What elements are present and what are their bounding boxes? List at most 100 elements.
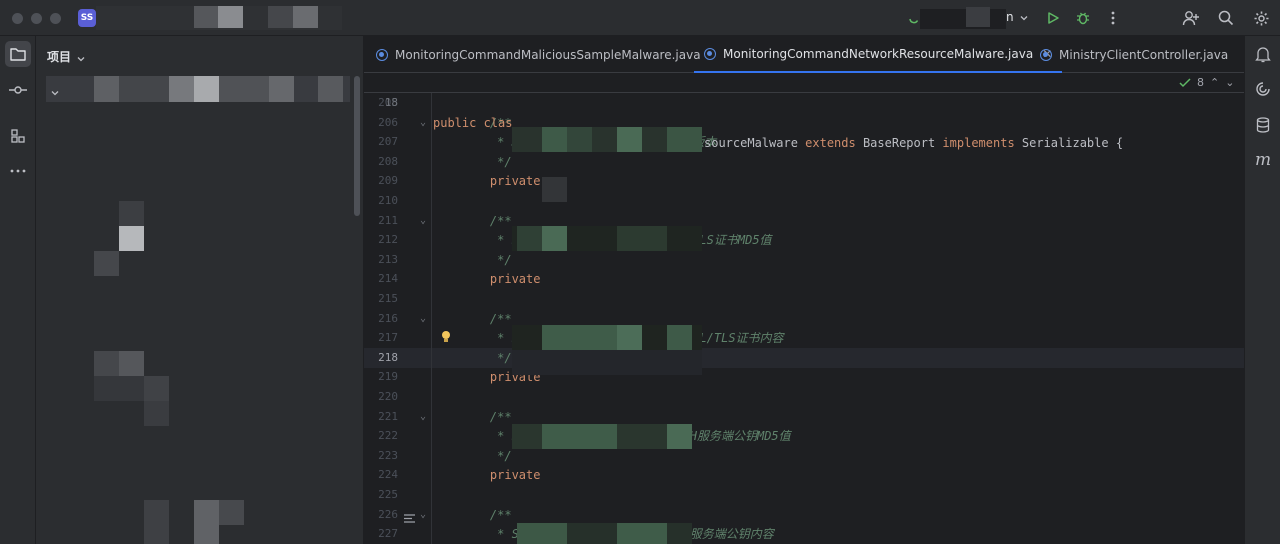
line-number: 215 xyxy=(378,292,398,305)
code-line[interactable]: 205 xyxy=(364,93,1244,113)
code-line[interactable]: 208 */ xyxy=(364,152,1244,172)
structure-icon[interactable] xyxy=(5,123,31,149)
redacted-block xyxy=(218,6,243,28)
code-text: */ xyxy=(461,154,512,169)
panel-scrollbar[interactable] xyxy=(354,76,360,216)
redacted-block xyxy=(268,6,293,28)
project-badge[interactable]: SS xyxy=(78,9,96,27)
redacted-block xyxy=(667,127,702,152)
code-line[interactable]: 219 private xyxy=(364,367,1244,387)
line-number: 219 xyxy=(378,370,398,384)
left-tool-strip xyxy=(0,36,36,544)
code-text: /** xyxy=(461,507,512,522)
line-number: 226 xyxy=(378,507,398,521)
fold-icon[interactable]: ⌄ xyxy=(420,211,426,231)
code-line[interactable]: 225 xyxy=(364,485,1244,505)
class-name: sourceMalware xyxy=(704,136,798,150)
tab-label: MinistryClientController.java xyxy=(1059,47,1229,62)
tab-label: MonitoringCommandMaliciousSampleMalware.… xyxy=(395,47,701,62)
code-line[interactable]: 217 * SSL/ L/TLS证书内容 xyxy=(364,328,1244,348)
redacted-block xyxy=(94,76,119,102)
code-line[interactable]: 221 ⌄ /** xyxy=(364,407,1244,427)
code-line[interactable]: 212 * SSL/ /TLS证书MD5值 xyxy=(364,230,1244,250)
code-line[interactable]: 215 xyxy=(364,289,1244,309)
redacted-block xyxy=(318,76,343,102)
search-icon[interactable] xyxy=(1216,8,1236,28)
indent-guide xyxy=(431,93,432,544)
redacted-block xyxy=(119,351,144,376)
chevron-up-icon[interactable]: ⌃ xyxy=(1210,73,1219,93)
chevron-down-icon[interactable] xyxy=(76,49,86,68)
line-number: 227 xyxy=(378,527,398,541)
code-line[interactable]: 227 * SSH服 服务端公钥内容 xyxy=(364,524,1244,544)
redacted-block xyxy=(617,127,642,152)
line-number: 213 xyxy=(378,252,398,266)
chevron-down-icon[interactable] xyxy=(1014,8,1034,28)
code-text: private xyxy=(461,272,541,287)
panel-title[interactable]: 项目 xyxy=(47,48,71,65)
code-line[interactable]: 218 */ xyxy=(364,347,1244,368)
bell-icon[interactable] xyxy=(1251,42,1275,66)
inspection-widget[interactable]: 8 ⌃ ⌄ xyxy=(1179,73,1234,93)
redacted-block xyxy=(542,127,567,152)
code-line[interactable]: 224 private xyxy=(364,465,1244,485)
redacted-block xyxy=(219,500,244,525)
redacted-block xyxy=(119,201,144,226)
line-number: 220 xyxy=(378,390,398,403)
code-line[interactable]: 213 */ xyxy=(364,250,1244,270)
gear-icon[interactable] xyxy=(1251,8,1271,28)
more-icon[interactable] xyxy=(1103,8,1123,28)
code-line[interactable]: 216 ⌄ /** xyxy=(364,309,1244,329)
code-line[interactable]: 210 xyxy=(364,191,1244,211)
debug-icon[interactable] xyxy=(1073,8,1093,28)
fold-icon[interactable]: ⌄ xyxy=(420,113,426,133)
redacted-block xyxy=(219,76,269,102)
lightbulb-icon[interactable] xyxy=(441,328,451,347)
tab-malicious-sample[interactable]: MonitoringCommandMaliciousSampleMalware.… xyxy=(376,36,701,73)
line-number: 212 xyxy=(378,233,398,247)
code-line[interactable]: 222 * SSH服 H服务端公钥MD5值 xyxy=(364,426,1244,446)
folder-icon[interactable] xyxy=(5,41,31,67)
chevron-down-icon[interactable] xyxy=(50,83,60,102)
base-class: BaseReport xyxy=(862,136,936,150)
class-icon xyxy=(1040,48,1052,61)
window-zoom-button[interactable] xyxy=(50,13,61,24)
commit-icon[interactable] xyxy=(5,77,31,103)
redacted-block xyxy=(94,351,119,376)
fold-icon[interactable]: ⌄ xyxy=(420,407,426,427)
run-icon[interactable] xyxy=(1043,8,1063,28)
redacted-block xyxy=(617,226,667,251)
ai-assistant-icon[interactable] xyxy=(1251,77,1275,101)
tab-network-resource[interactable]: MonitoringCommandNetworkResourceMalware.… xyxy=(694,36,1063,73)
editor-tabs: MonitoringCommandMaliciousSampleMalware.… xyxy=(364,36,1244,73)
tab-ministry-client[interactable]: MinistryClientController.java xyxy=(1040,36,1228,73)
keyword: implements xyxy=(935,136,1022,150)
code-text: private xyxy=(461,468,541,483)
fold-icon[interactable]: ⌄ xyxy=(420,309,426,329)
window-minimize-button[interactable] xyxy=(31,13,42,24)
add-user-icon[interactable] xyxy=(1181,8,1201,28)
code-line[interactable]: 211 ⌄ /** xyxy=(364,211,1244,231)
window-close-button[interactable] xyxy=(12,13,23,24)
code-line[interactable]: 223 */ xyxy=(364,446,1244,466)
code-line[interactable]: 220 xyxy=(364,387,1244,407)
code-line[interactable]: 209 private xyxy=(364,171,1244,191)
code-line[interactable]: 214 private xyxy=(364,269,1244,289)
code-line[interactable]: 226 ⌄ /** xyxy=(364,505,1244,525)
project-panel: 项目 xyxy=(36,36,364,544)
check-icon xyxy=(1179,78,1191,88)
maven-icon[interactable]: m xyxy=(1251,148,1275,172)
sticky-class-header[interactable]: 18 public clas sourceMalware extends Bas… xyxy=(364,73,1244,150)
list-icon[interactable] xyxy=(404,508,415,527)
database-icon[interactable] xyxy=(1251,113,1275,137)
run-config-selector[interactable]: n xyxy=(1006,10,1014,24)
redacted-block xyxy=(119,226,144,251)
chevron-down-icon[interactable]: ⌄ xyxy=(1225,73,1234,93)
redacted-block xyxy=(169,76,194,102)
redacted-block xyxy=(94,376,144,401)
more-tools-icon[interactable] xyxy=(5,158,31,184)
line-number: 224 xyxy=(378,468,398,482)
keyword: extends xyxy=(797,136,863,150)
class-icon xyxy=(376,48,388,61)
fold-icon[interactable]: ⌄ xyxy=(420,505,426,525)
